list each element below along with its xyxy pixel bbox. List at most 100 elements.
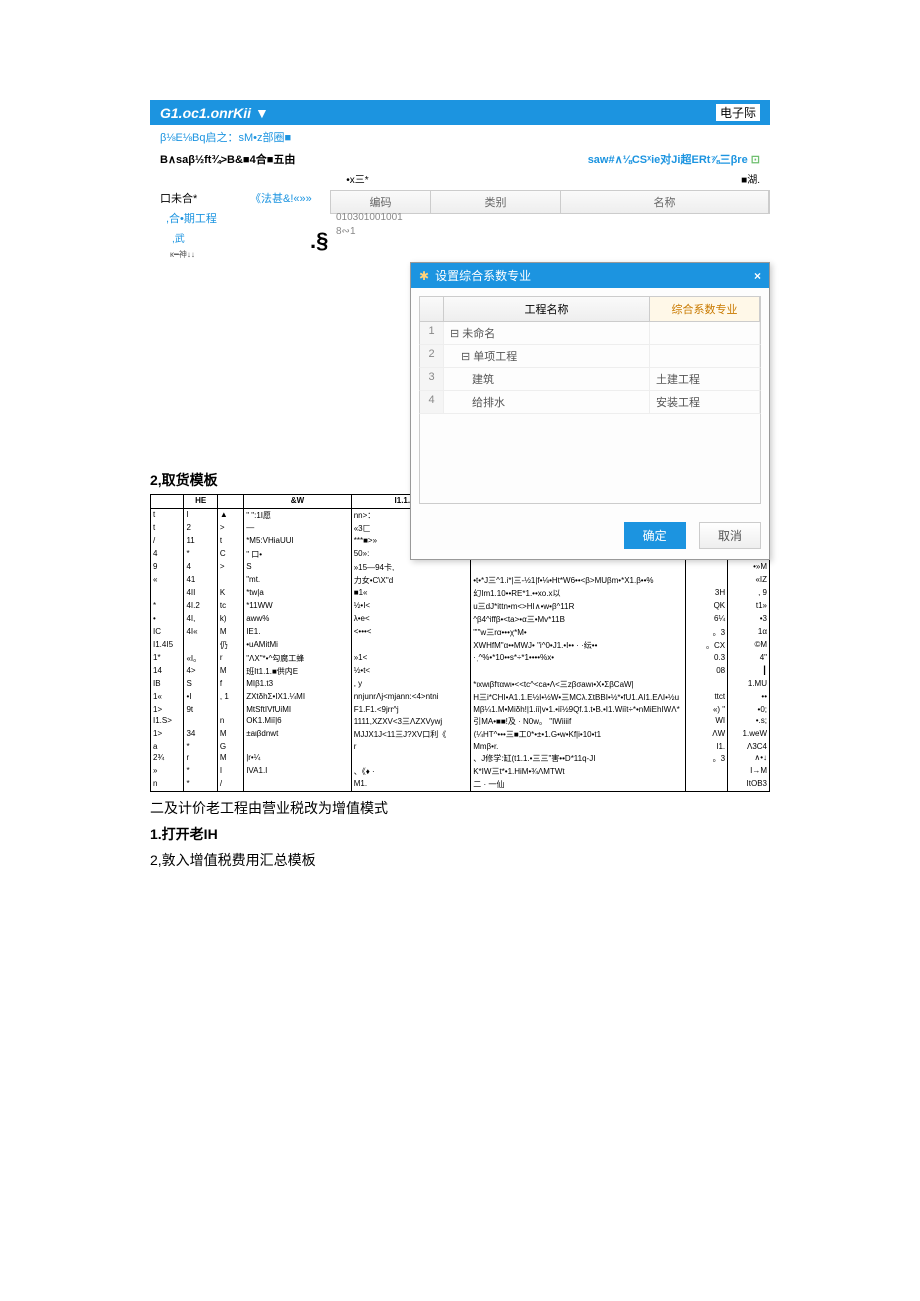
dialog-row[interactable]: 2 ⊟ 单项工程 bbox=[419, 345, 761, 368]
table-cell: M bbox=[217, 626, 243, 639]
sub-line: •x三* ■湖. bbox=[150, 169, 770, 188]
dialog-row-system[interactable]: 土建工程 bbox=[650, 368, 760, 390]
table-cell: •t•*J三^1.i*|三-½1|f•⅛•Ht*W6••<β>MUβm•*X1.… bbox=[471, 574, 686, 587]
table-cell: * bbox=[184, 741, 217, 752]
cancel-button[interactable]: 取消 bbox=[699, 522, 761, 549]
table-cell: 幻Im1.10••RE*1.••xo.x以 bbox=[471, 587, 686, 600]
table-header-cell: HE bbox=[184, 495, 217, 509]
grid-row-2[interactable]: 8∾1 bbox=[330, 224, 770, 239]
table-cell: t bbox=[217, 535, 243, 548]
dialog-set-system: ✱ 设置综合系数专业 × 工程名称 综合系数专业 1⊟ 未命名2 ⊟ 单项工程3… bbox=[410, 262, 770, 560]
table-cell: f bbox=[217, 678, 243, 691]
table-cell: IVA1.I bbox=[244, 765, 352, 778]
table-cell: QK bbox=[686, 600, 728, 613]
table-cell: • bbox=[151, 613, 184, 626]
table-cell: ZXtδhΣ•IX1.¼MI bbox=[244, 691, 352, 704]
table-cell: XWHfM"α••MWJ• "i^0•J1.•I•• · ·纭•• bbox=[471, 639, 686, 652]
table-cell bbox=[184, 639, 217, 652]
toolbar-right: saw#∧⅛CSˣie对Ji超ERt⅞三βre ⊡ bbox=[588, 151, 760, 167]
table-cell: 4I« bbox=[184, 626, 217, 639]
table-header-cell bbox=[217, 495, 243, 509]
table-cell: 34 bbox=[184, 728, 217, 741]
table-cell: / bbox=[217, 778, 243, 792]
sub-mid: •x三* bbox=[346, 171, 368, 186]
close-icon[interactable]: × bbox=[754, 269, 761, 283]
table-cell: ┃ bbox=[728, 665, 770, 678]
table-cell: WI bbox=[686, 715, 728, 728]
table-cell: 1« bbox=[151, 691, 184, 704]
table-cell: t1» bbox=[728, 600, 770, 613]
table-cell: 。3 bbox=[686, 752, 728, 765]
table-cell bbox=[686, 574, 728, 587]
table-cell: t bbox=[151, 509, 184, 523]
table-row: •4I,k)aww%λ•e<^β4^iffβ•<ta>•α三•Mv*11B6¼•… bbox=[151, 613, 770, 626]
table-cell: 4 bbox=[151, 548, 184, 561]
dialog-grid-padding bbox=[419, 414, 761, 504]
table-cell: , 1 bbox=[217, 691, 243, 704]
table-cell: " 口• bbox=[244, 548, 352, 561]
dialog-row[interactable]: 3 建筑土建工程 bbox=[419, 368, 761, 391]
table-cell: I1. bbox=[686, 741, 728, 752]
dialog-col-index bbox=[420, 297, 444, 321]
table-cell bbox=[351, 639, 470, 652]
table-cell: n bbox=[151, 778, 184, 792]
table-cell: IE1. bbox=[244, 626, 352, 639]
table-cell: 14 bbox=[151, 665, 184, 678]
table-cell bbox=[471, 665, 686, 678]
table-cell: *tw|a bbox=[244, 587, 352, 600]
dialog-row[interactable]: 1⊟ 未命名 bbox=[419, 322, 761, 345]
table-cell: / bbox=[151, 535, 184, 548]
dialog-row-name: ⊟ 未命名 bbox=[444, 322, 650, 344]
table-cell: 08 bbox=[686, 665, 728, 678]
table-cell: •»M bbox=[728, 561, 770, 574]
under-text: 二及计价老工程由营业税改为增值模式 1.打开老IH 2,敦入增值税费用汇总模板 bbox=[150, 798, 770, 870]
dialog-row-system[interactable] bbox=[650, 322, 760, 344]
breadcrumb-text: β⅛E⅛Bq启之：sM•z部圈■ bbox=[160, 132, 291, 144]
table-cell: 0.3 bbox=[686, 652, 728, 665]
table-cell: 力女•C\X"d bbox=[351, 574, 470, 587]
table-cell: I1.S> bbox=[151, 715, 184, 728]
table-cell: S bbox=[184, 678, 217, 691]
table-cell: * bbox=[184, 765, 217, 778]
table-cell: |r•¼ bbox=[244, 752, 352, 765]
table-row: I1.4I5仍•uAMitMiXWHfM"α••MWJ• "i^0•J1.•I•… bbox=[151, 639, 770, 652]
toolbar-left: B∧saβ½ft¾>B&■4合■五由 bbox=[160, 151, 295, 167]
table-cell: 6¼ bbox=[686, 613, 728, 626]
table-row: *4I.2tc*11WW½•I<u三dJ*ittn•m<>HI∧•w•β^11R… bbox=[151, 600, 770, 613]
table-cell: Λ3C4 bbox=[728, 741, 770, 752]
dialog-row-index: 4 bbox=[420, 391, 444, 413]
toolbar-line: B∧saβ½ft¾>B&■4合■五由 saw#∧⅛CSˣie对Ji超ERt⅞三β… bbox=[150, 149, 770, 169]
ok-button[interactable]: 确定 bbox=[624, 522, 686, 549]
table-cell: — bbox=[244, 522, 352, 535]
app-area: ,合•期工程 ,武 κ━神↓↓ .§ 编码 类别 名称 010301001001… bbox=[150, 208, 770, 462]
table-row: a*GrMmβ•r.I1.Λ3C4 bbox=[151, 741, 770, 752]
table-cell: r bbox=[184, 752, 217, 765]
table-row: 1*«I。r"ΛX"*•^勾腐工蜂»1<·ˌ^%•*10••s*÷*1••••%… bbox=[151, 652, 770, 665]
table-cell: 仍 bbox=[217, 639, 243, 652]
dialog-titlebar: ✱ 设置综合系数专业 × bbox=[411, 263, 769, 288]
table-cell: 1* bbox=[151, 652, 184, 665]
under-p2: 1.打开老IH bbox=[150, 824, 770, 844]
dialog-row[interactable]: 4 给排水安装工程 bbox=[419, 391, 761, 414]
dialog-row-system[interactable]: 安装工程 bbox=[650, 391, 760, 413]
grid-row-1[interactable]: 010301001001 bbox=[330, 210, 770, 225]
table-cell: *11WW bbox=[244, 600, 352, 613]
tab-1[interactable]: 口未合* bbox=[160, 190, 250, 206]
table-cell: 引MA•■■!及 · N0w。 "IWiiiif bbox=[471, 715, 686, 728]
table-cell bbox=[217, 574, 243, 587]
table-cell bbox=[184, 715, 217, 728]
table-cell: *ιxwιβfταwι•<<tc^<ca•Λ<三zβσawι•X•ΣβCaW| bbox=[471, 678, 686, 691]
table-cell: M bbox=[217, 752, 243, 765]
table-cell: nnjunrΛj<mjann:<4>ntni bbox=[351, 691, 470, 704]
table-cell: ⟨¼HT^•••三■工0*•±•1.G•w•Kf|i•10•t1 bbox=[471, 728, 686, 741]
table-cell: 3H bbox=[686, 587, 728, 600]
table-cell bbox=[244, 778, 352, 792]
dialog-footer: 确定 取消 bbox=[411, 512, 769, 559]
tree-item-3[interactable]: κ━神↓↓ bbox=[160, 247, 770, 262]
dialog-row-system[interactable] bbox=[650, 345, 760, 367]
table-cell: 4" bbox=[728, 652, 770, 665]
table-cell: •0; bbox=[728, 704, 770, 715]
table-cell: Mmβ•r. bbox=[471, 741, 686, 752]
table-cell: 4I, bbox=[184, 613, 217, 626]
table-cell bbox=[351, 752, 470, 765]
